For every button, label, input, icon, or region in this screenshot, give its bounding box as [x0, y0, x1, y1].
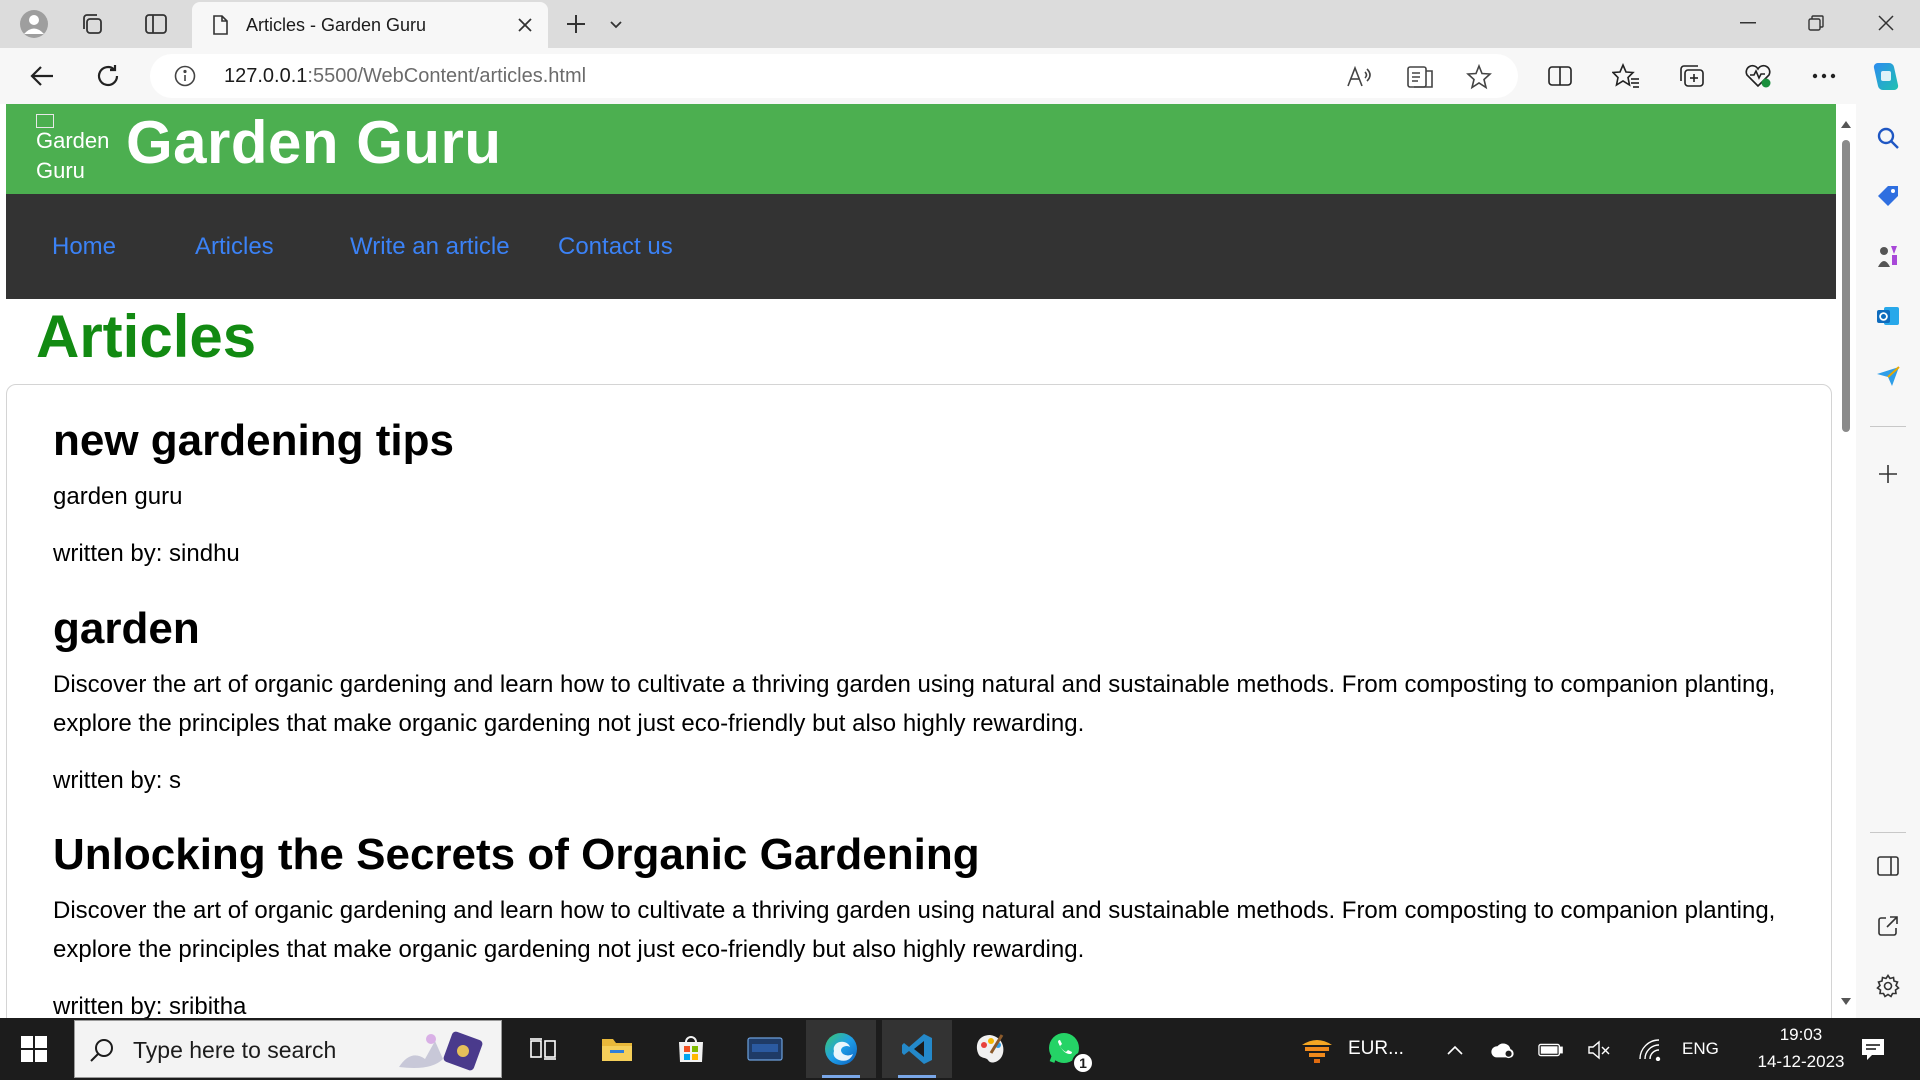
task-view-icon[interactable] — [508, 1020, 578, 1078]
new-tab-icon[interactable] — [556, 4, 596, 44]
active-app-indicator — [898, 1075, 936, 1078]
weather-icon[interactable] — [1300, 1032, 1334, 1066]
article-title: new gardening tips — [53, 416, 454, 465]
page-heading: Articles — [36, 303, 257, 370]
immersive-reader-icon[interactable] — [1405, 62, 1435, 92]
notification-center-icon[interactable] — [1856, 1034, 1890, 1064]
site-nav: Home Articles Write an article Contact u… — [6, 194, 1836, 299]
site-info-icon[interactable] — [174, 65, 196, 87]
nav-link-write-article[interactable]: Write an article — [350, 233, 510, 261]
read-aloud-icon[interactable] — [1344, 62, 1374, 92]
clock-date[interactable]: 14-12-2023 — [1736, 1052, 1866, 1072]
page-icon — [210, 15, 230, 35]
sidebar-divider — [1870, 832, 1906, 833]
article-author: written by: sribitha — [53, 993, 247, 1018]
nav-link-articles[interactable]: Articles — [195, 233, 274, 261]
address-bar[interactable]: 127.0.0.1:5500/WebContent/articles.html — [150, 54, 1518, 98]
article-title: Unlocking the Secrets of Organic Gardeni… — [53, 830, 980, 879]
hide-sidebar-icon[interactable] — [1872, 850, 1904, 882]
profile-avatar-icon[interactable] — [14, 4, 54, 44]
refresh-icon[interactable] — [88, 56, 128, 96]
edge-sidebar — [1856, 104, 1920, 1018]
windows-start-icon[interactable] — [14, 1031, 54, 1067]
scroll-up-arrow-icon[interactable] — [1840, 116, 1852, 128]
search-highlight-illustration — [391, 1029, 487, 1071]
favorites-icon[interactable] — [1606, 56, 1646, 96]
article-card: new gardening tips garden guru written b… — [53, 415, 1793, 569]
scrollbar-thumb[interactable] — [1842, 140, 1850, 432]
nav-link-contact[interactable]: Contact us — [558, 233, 673, 261]
more-options-icon[interactable] — [1804, 56, 1844, 96]
browser-toolbar: 127.0.0.1:5500/WebContent/articles.html — [0, 48, 1920, 104]
tab-title: Articles - Garden Guru — [246, 15, 427, 35]
tab-actions-chevron-down-icon[interactable] — [596, 4, 636, 44]
active-app-indicator — [822, 1075, 860, 1078]
article-card: garden Discover the art of organic garde… — [53, 603, 1793, 796]
favorite-star-icon[interactable] — [1464, 62, 1494, 92]
microsoft-store-icon[interactable] — [656, 1020, 726, 1078]
url-host: 127.0.0.1 — [224, 65, 308, 87]
vertical-tabs-icon[interactable] — [136, 4, 176, 44]
article-body: Discover the art of organic gardening an… — [53, 897, 1776, 963]
edge-taskbar-icon[interactable] — [806, 1020, 876, 1078]
battery-icon[interactable] — [1538, 1038, 1564, 1062]
collections-icon[interactable] — [1672, 56, 1712, 96]
wifi-icon[interactable] — [1636, 1038, 1662, 1062]
copilot-icon[interactable] — [1866, 56, 1906, 96]
clock-time[interactable]: 19:03 — [1760, 1025, 1842, 1045]
nav-link-home[interactable]: Home — [52, 233, 116, 261]
split-screen-icon[interactable] — [1540, 56, 1580, 96]
article-author: written by: s — [53, 767, 182, 794]
paint-icon[interactable] — [956, 1020, 1026, 1078]
games-icon[interactable] — [1872, 240, 1904, 272]
back-arrow-icon[interactable] — [22, 56, 62, 96]
drop-send-icon[interactable] — [1872, 360, 1904, 392]
restore-icon[interactable] — [1782, 0, 1850, 46]
url-path: :5500/WebContent/articles.html — [307, 65, 587, 87]
weather-text[interactable]: EUR... — [1348, 1038, 1404, 1060]
article-body: Discover the art of organic gardening an… — [53, 671, 1776, 737]
mysql-workbench-icon[interactable] — [730, 1020, 800, 1078]
sidebar-divider — [1870, 426, 1906, 427]
tab-close-icon[interactable] — [512, 12, 538, 38]
search-placeholder: Type here to search — [133, 1037, 337, 1063]
scroll-down-arrow-icon[interactable] — [1840, 994, 1852, 1005]
close-window-icon[interactable] — [1852, 0, 1920, 46]
minimize-icon[interactable] — [1714, 0, 1782, 46]
whatsapp-icon[interactable]: 1 — [1030, 1020, 1100, 1078]
open-external-icon[interactable] — [1872, 910, 1904, 942]
whatsapp-notification-badge: 1 — [1072, 1052, 1094, 1074]
search-icon[interactable] — [1872, 122, 1904, 154]
add-sidebar-app-icon[interactable] — [1872, 458, 1904, 490]
browser-tab-strip: Articles - Garden Guru — [0, 0, 1920, 48]
site-header: Garden Guru Garden Guru — [6, 104, 1836, 194]
vscode-icon[interactable] — [882, 1020, 952, 1078]
active-tab[interactable]: Articles - Garden Guru — [192, 2, 548, 48]
page-viewport[interactable]: Garden Guru Garden Guru Home Articles Wr… — [6, 104, 1836, 1018]
browser-essentials-icon[interactable] — [1738, 56, 1778, 96]
logo-alt-text: Garden Guru — [36, 128, 110, 183]
workspaces-icon[interactable] — [72, 4, 112, 44]
article-author: written by: sindhu — [53, 540, 240, 567]
outlook-icon[interactable] — [1872, 300, 1904, 332]
file-explorer-icon[interactable] — [582, 1020, 652, 1078]
articles-container: new gardening tips garden guru written b… — [6, 384, 1832, 1018]
broken-image-icon — [36, 114, 54, 128]
article-title: garden — [53, 604, 200, 653]
shopping-tag-icon[interactable] — [1872, 180, 1904, 212]
volume-muted-icon[interactable] — [1586, 1038, 1612, 1062]
search-icon — [89, 1037, 115, 1063]
input-language[interactable]: ENG — [1682, 1039, 1719, 1059]
onedrive-cloud-icon[interactable] — [1490, 1038, 1516, 1062]
url-text[interactable]: 127.0.0.1:5500/WebContent/articles.html — [224, 65, 586, 88]
article-body: garden guru — [53, 483, 183, 510]
show-hidden-icons-chevron-up-icon[interactable] — [1442, 1038, 1468, 1062]
site-logo-broken-image[interactable]: Garden Guru — [36, 114, 116, 186]
page-scrollbar[interactable] — [1836, 104, 1856, 1018]
windows-taskbar: Type here to search 1 EUR... ENG 19:03 1… — [0, 1018, 1920, 1080]
settings-gear-icon[interactable] — [1872, 970, 1904, 1002]
article-card: Unlocking the Secrets of Organic Gardeni… — [53, 829, 1793, 1018]
site-title: Garden Guru — [126, 109, 502, 176]
taskbar-search-box[interactable]: Type here to search — [74, 1020, 502, 1078]
